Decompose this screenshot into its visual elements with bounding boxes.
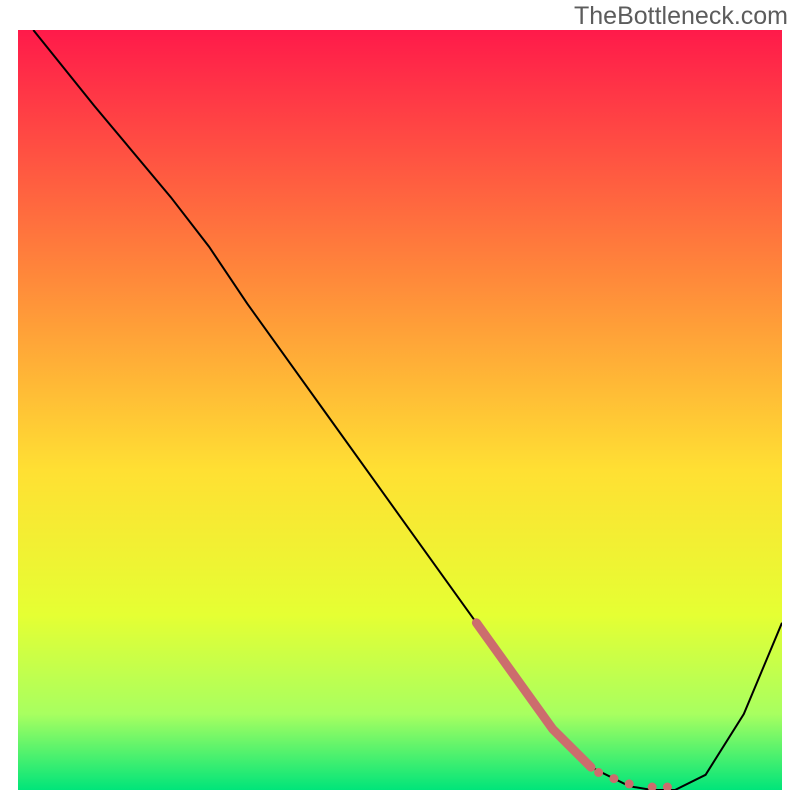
optimal-dot xyxy=(625,779,634,788)
optimal-dot xyxy=(609,774,618,783)
chart-plot-area xyxy=(18,30,782,790)
gradient-background xyxy=(18,30,782,790)
chart-svg xyxy=(18,30,782,790)
attribution-text: TheBottleneck.com xyxy=(574,2,788,31)
optimal-dot xyxy=(594,768,603,777)
chart-frame: TheBottleneck.com xyxy=(0,0,800,800)
